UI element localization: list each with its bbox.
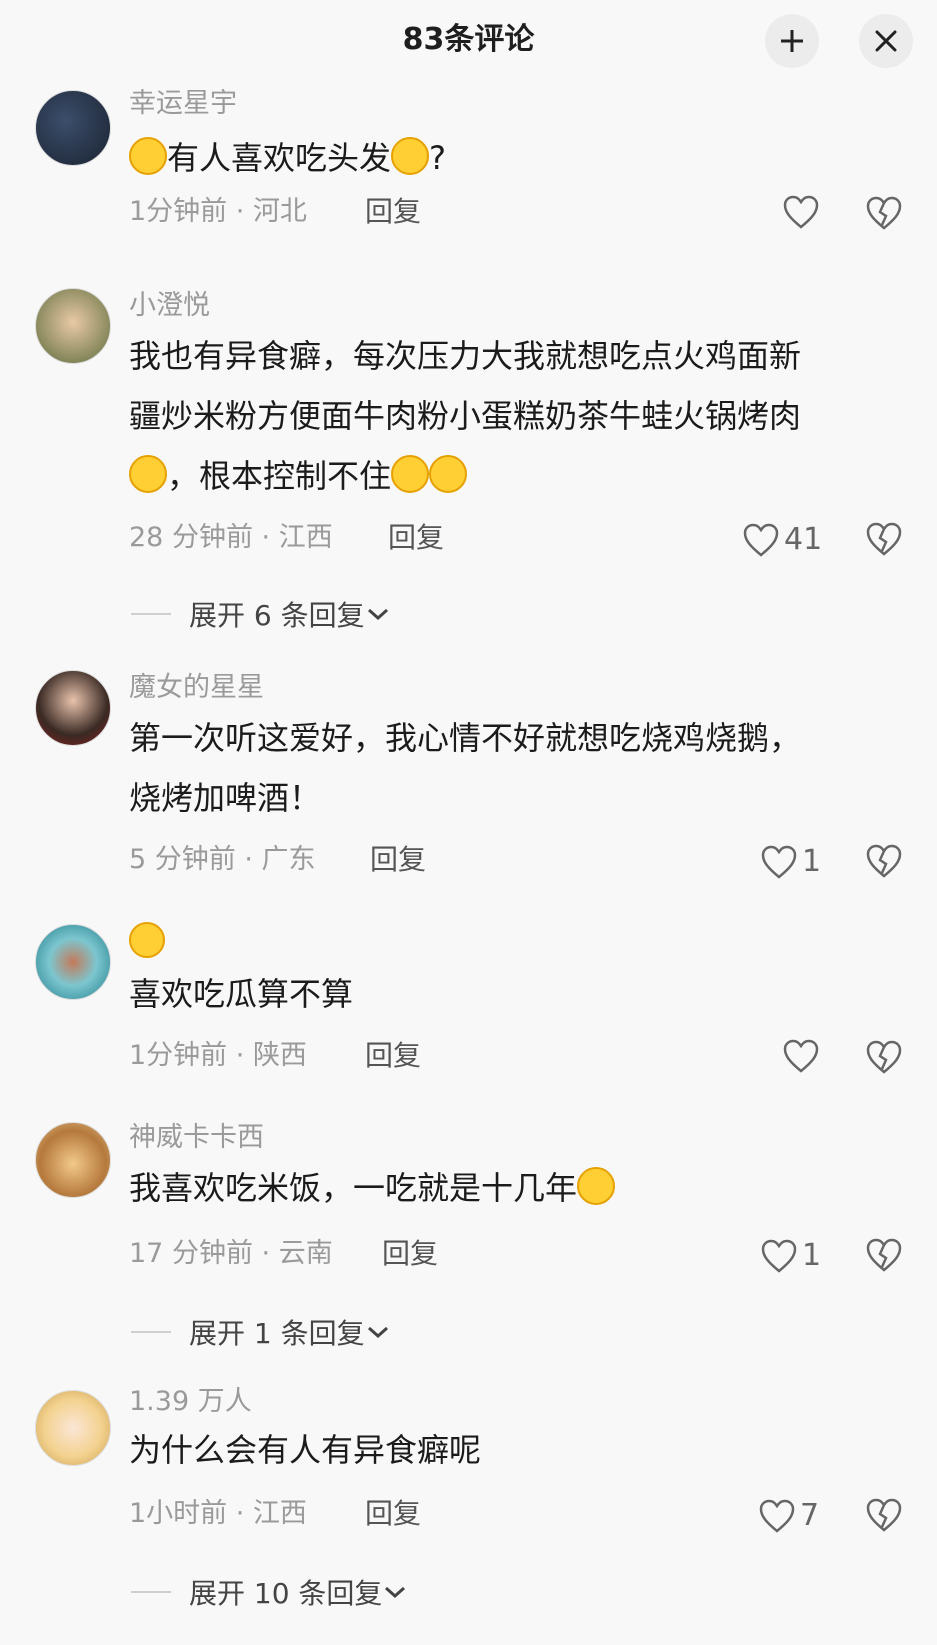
avatar[interactable]	[35, 90, 111, 166]
broken-heart-icon[interactable]	[865, 842, 903, 880]
chevron-down-icon	[385, 1586, 406, 1599]
comment-text: 为什么会有人有异食癖呢	[129, 1431, 482, 1469]
comment-meta: 1分钟前 · 陕西	[129, 1040, 307, 1071]
reply-button[interactable]: 回复	[388, 518, 444, 558]
broken-heart-icon[interactable]	[865, 1236, 903, 1274]
comment-text: 第一次听这爱好，我心情不好就想吃烧鸡烧鹅， 烧烤加啤酒！	[129, 719, 802, 817]
broken-heart-icon[interactable]	[865, 194, 903, 232]
expand-replies-button[interactable]: 展开 1 条回复	[131, 1312, 391, 1352]
laughing-crying-emoji-icon	[577, 1167, 616, 1205]
username[interactable]: 1.39 万人	[129, 1384, 252, 1420]
divider	[131, 1591, 171, 1593]
like-count: 1	[802, 844, 822, 879]
comment-meta: 28 分钟前 · 江西	[129, 522, 333, 553]
laughing-emoji-icon	[391, 137, 430, 175]
broken-heart-icon[interactable]	[865, 1038, 903, 1076]
like-count: 1	[802, 1238, 822, 1273]
avatar[interactable]	[35, 670, 111, 746]
heart-outline-icon	[783, 195, 819, 229]
comment-text: 喜欢吃瓜算不算	[129, 975, 354, 1013]
avatar[interactable]	[35, 288, 111, 364]
avatar[interactable]	[35, 924, 111, 1000]
heart-outline-icon	[761, 845, 797, 879]
heart-outline-icon	[761, 1239, 797, 1273]
reply-button[interactable]: 回复	[365, 1036, 421, 1076]
avatar[interactable]	[35, 1390, 111, 1466]
like-button[interactable]	[782, 1038, 820, 1074]
comment-text: 有人喜欢吃头发?	[129, 128, 889, 188]
username[interactable]: 魔女的星星	[129, 670, 264, 706]
heart-outline-icon	[783, 1039, 819, 1073]
comment-text: 我也有异食癖，每次压力大我就想吃点火鸡面新 疆炒米粉方便面牛肉粉小蛋糕奶茶牛蛙火…	[129, 337, 802, 495]
expand-button[interactable]	[765, 14, 819, 68]
close-icon	[875, 30, 897, 52]
like-button[interactable]	[782, 194, 820, 230]
laughing-emoji-icon	[129, 137, 167, 175]
reply-button[interactable]: 回复	[365, 192, 421, 232]
comment-meta: 1小时前 · 江西	[129, 1498, 307, 1529]
broken-heart-icon[interactable]	[865, 1496, 903, 1534]
comment-meta: 17 分钟前 · 云南	[129, 1238, 333, 1269]
expand-replies-button[interactable]: 展开 10 条回复	[131, 1572, 408, 1612]
heart-outline-icon	[743, 523, 779, 557]
divider	[131, 1331, 171, 1333]
like-button[interactable]: 41	[742, 520, 822, 560]
chevron-down-icon	[367, 608, 388, 621]
close-button[interactable]	[859, 14, 913, 68]
laughing-crying-emoji-icon	[429, 455, 468, 493]
username[interactable]: 神威卡卡西	[129, 1120, 264, 1156]
comment-meta: 1分钟前 · 河北	[129, 196, 307, 227]
like-button[interactable]: 1	[760, 842, 821, 882]
comments-header: 83条评论	[0, 0, 937, 80]
like-count: 41	[784, 522, 823, 557]
like-count: 7	[800, 1498, 820, 1533]
divider	[131, 613, 171, 615]
laughing-crying-emoji-icon	[391, 455, 430, 493]
username[interactable]: 幸运星宇	[129, 86, 237, 122]
comment-meta: 5 分钟前 · 广东	[129, 844, 316, 875]
like-button[interactable]: 1	[760, 1236, 821, 1276]
monocle-emoji-icon	[129, 922, 165, 958]
username[interactable]	[129, 922, 165, 962]
like-button[interactable]: 7	[758, 1496, 819, 1536]
chevron-down-icon	[367, 1326, 388, 1339]
avatar[interactable]	[35, 1122, 111, 1198]
reply-button[interactable]: 回复	[382, 1234, 438, 1274]
expand-replies-button[interactable]: 展开 6 条回复	[131, 594, 391, 634]
expand-icon	[781, 30, 803, 52]
broken-heart-icon[interactable]	[865, 520, 903, 558]
username[interactable]: 小澄悦	[129, 288, 210, 324]
crying-emoji-icon	[129, 455, 167, 493]
reply-button[interactable]: 回复	[365, 1494, 421, 1534]
reply-button[interactable]: 回复	[370, 840, 426, 880]
comment-text: 我喜欢吃米饭，一吃就是十几年	[129, 1158, 889, 1218]
heart-outline-icon	[759, 1499, 795, 1533]
